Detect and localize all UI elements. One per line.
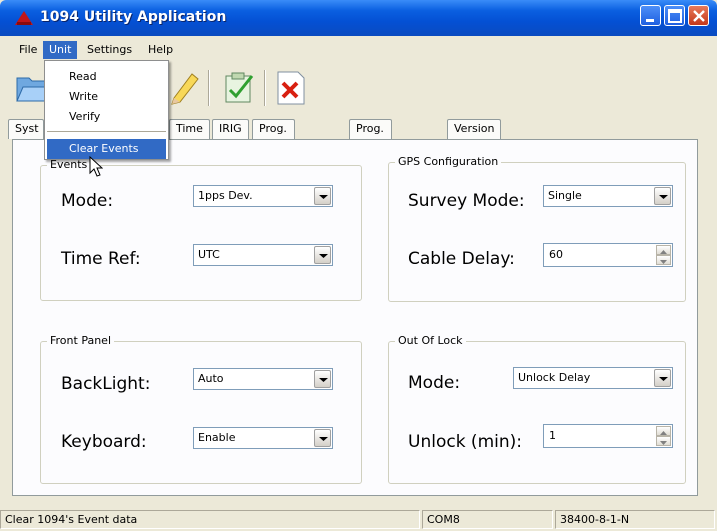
survey-mode-select[interactable]: Single bbox=[543, 185, 673, 207]
chevron-down-icon[interactable] bbox=[314, 187, 331, 205]
chevron-down-icon[interactable] bbox=[654, 369, 671, 387]
unlock-min-spinner[interactable]: 1 bbox=[543, 424, 673, 448]
unlock-min-value: 1 bbox=[549, 429, 556, 442]
chevron-down-icon[interactable] bbox=[654, 187, 671, 205]
menu-unit[interactable]: Unit bbox=[43, 41, 78, 59]
menu-file[interactable]: File bbox=[13, 41, 43, 59]
chevron-down-icon[interactable] bbox=[314, 246, 331, 264]
menu-help[interactable]: Help bbox=[142, 41, 179, 59]
keyboard-value: Enable bbox=[198, 431, 236, 444]
menu-settings[interactable]: Settings bbox=[81, 41, 138, 59]
mouse-pointer-icon bbox=[89, 156, 103, 177]
event-mode-label: Mode: bbox=[61, 191, 114, 211]
tab-irig[interactable]: IRIG bbox=[212, 119, 249, 139]
verify-checklist-icon[interactable] bbox=[220, 68, 258, 106]
chevron-down-icon[interactable] bbox=[314, 370, 331, 388]
lock-mode-label: Mode: bbox=[408, 373, 461, 393]
spinner-buttons bbox=[656, 426, 671, 446]
keyboard-label: Keyboard: bbox=[61, 432, 147, 452]
lock-mode-value: Unlock Delay bbox=[518, 371, 591, 384]
menu-separator bbox=[47, 131, 166, 132]
out-of-lock-group-title: Out Of Lock bbox=[395, 334, 466, 347]
tab-version[interactable]: Version bbox=[447, 119, 502, 139]
status-settings: 38400-8-1-N bbox=[555, 510, 715, 529]
tab-time[interactable]: Time bbox=[169, 119, 210, 139]
tab-prog-pulse-a[interactable]: Prog. Pulse A bbox=[252, 119, 295, 171]
toolbar-separator bbox=[208, 70, 210, 106]
maximize-icon bbox=[668, 9, 682, 23]
gps-group-title: GPS Configuration bbox=[395, 155, 502, 168]
menu-item-verify[interactable]: Verify bbox=[47, 107, 166, 127]
keyboard-select[interactable]: Enable bbox=[193, 427, 333, 449]
close-icon bbox=[693, 10, 705, 22]
survey-mode-value: Single bbox=[548, 189, 582, 202]
unlock-min-label: Unlock (min): bbox=[408, 432, 522, 452]
tab-panel: Events Mode: 1pps Dev. Time Ref: UTC GPS… bbox=[12, 139, 698, 496]
title-bar[interactable]: 1094 Utility Application bbox=[0, 0, 717, 36]
menu-item-write[interactable]: Write bbox=[47, 87, 166, 107]
maximize-button[interactable] bbox=[664, 5, 685, 26]
spin-down-icon[interactable] bbox=[656, 436, 671, 446]
unit-dropdown-menu: Read Write Verify Clear Events bbox=[44, 60, 169, 160]
spinner-buttons bbox=[656, 245, 671, 265]
event-mode-value: 1pps Dev. bbox=[198, 189, 253, 202]
close-button[interactable] bbox=[688, 5, 709, 26]
menu-item-clear-events[interactable]: Clear Events bbox=[47, 139, 166, 159]
menu-bar: File Unit Settings Help bbox=[0, 40, 717, 60]
backlight-value: Auto bbox=[198, 372, 224, 385]
cable-delay-spinner[interactable]: 60 bbox=[543, 243, 673, 267]
spin-up-icon[interactable] bbox=[656, 426, 671, 436]
spin-down-icon[interactable] bbox=[656, 255, 671, 265]
status-port: COM8 bbox=[422, 510, 553, 529]
menu-item-read[interactable]: Read bbox=[47, 67, 166, 87]
event-mode-select[interactable]: 1pps Dev. bbox=[193, 185, 333, 207]
backlight-select[interactable]: Auto bbox=[193, 368, 333, 390]
toolbar-separator bbox=[264, 70, 266, 106]
delete-x-icon[interactable] bbox=[272, 68, 310, 106]
status-message: Clear 1094's Event data bbox=[0, 510, 420, 529]
minimize-icon bbox=[646, 19, 654, 22]
front-panel-group-title: Front Panel bbox=[47, 334, 114, 347]
tab-system[interactable]: Syst bbox=[8, 119, 44, 139]
survey-mode-label: Survey Mode: bbox=[408, 191, 525, 211]
time-ref-label: Time Ref: bbox=[61, 249, 141, 269]
cable-delay-label: Cable Delay: bbox=[408, 249, 515, 269]
spin-up-icon[interactable] bbox=[656, 245, 671, 255]
gps-configuration-group: GPS Configuration Survey Mode: Single Ca… bbox=[388, 155, 686, 302]
minimize-button[interactable] bbox=[640, 5, 661, 26]
window-title: 1094 Utility Application bbox=[40, 9, 227, 25]
tab-prog-pulse-b[interactable]: Prog. Pulse B bbox=[349, 119, 392, 171]
edit-pencil-icon[interactable] bbox=[166, 68, 204, 106]
time-ref-value: UTC bbox=[198, 248, 220, 261]
lock-mode-select[interactable]: Unlock Delay bbox=[513, 367, 673, 389]
app-window: 1094 Utility Application File Unit Setti… bbox=[0, 0, 717, 531]
chevron-down-icon[interactable] bbox=[314, 429, 331, 447]
front-panel-group: Front Panel BackLight: Auto Keyboard: En… bbox=[40, 334, 362, 484]
app-logo-icon bbox=[15, 11, 33, 25]
time-ref-select[interactable]: UTC bbox=[193, 244, 333, 266]
status-bar: Clear 1094's Event data COM8 38400-8-1-N bbox=[0, 508, 717, 531]
backlight-label: BackLight: bbox=[61, 374, 151, 394]
events-group: Events Mode: 1pps Dev. Time Ref: UTC bbox=[40, 158, 362, 301]
out-of-lock-group: Out Of Lock Mode: Unlock Delay Unlock (m… bbox=[388, 334, 686, 484]
cable-delay-value: 60 bbox=[549, 248, 563, 261]
